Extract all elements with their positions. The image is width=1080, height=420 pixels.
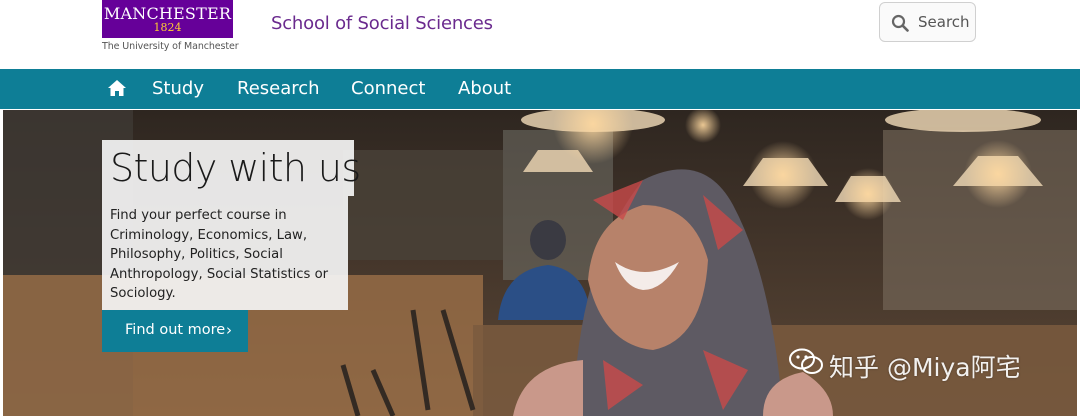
- promo-title: Study with us: [110, 146, 361, 190]
- university-logo[interactable]: MANCHESTER 1824 The University of Manche…: [102, 0, 239, 54]
- nav-item-study[interactable]: Study: [152, 78, 204, 99]
- site-header: MANCHESTER 1824 The University of Manche…: [0, 0, 1080, 68]
- watermark-text: 知乎 @Miya阿宅: [829, 353, 1021, 382]
- nav-item-research[interactable]: Research: [237, 78, 320, 99]
- find-out-more-button[interactable]: Find out more ›: [102, 310, 248, 352]
- hero-banner: Study with us Find your perfect course i…: [3, 110, 1077, 416]
- wechat-icon: [789, 348, 823, 374]
- logo-year: 1824: [153, 21, 182, 34]
- search-label: Search: [918, 13, 970, 31]
- cta-label: Find out more: [125, 322, 226, 338]
- search-icon: [891, 14, 909, 32]
- search-button[interactable]: Search: [879, 2, 976, 42]
- logo-subtitle: The University of Manchester: [102, 41, 239, 52]
- promo-body-panel: Find your perfect course in Criminology,…: [102, 196, 348, 310]
- home-icon[interactable]: [107, 78, 127, 98]
- school-name-link[interactable]: School of Social Sciences: [271, 13, 493, 34]
- main-navigation: Study Research Connect About: [0, 69, 1080, 109]
- nav-item-about[interactable]: About: [458, 78, 511, 99]
- chevron-right-icon: ›: [226, 321, 232, 339]
- promo-title-panel: Study with us: [102, 140, 361, 196]
- promo-body-text: Find your perfect course in Criminology,…: [110, 208, 329, 301]
- nav-item-connect[interactable]: Connect: [351, 78, 425, 99]
- logo-mark: MANCHESTER 1824: [102, 0, 233, 38]
